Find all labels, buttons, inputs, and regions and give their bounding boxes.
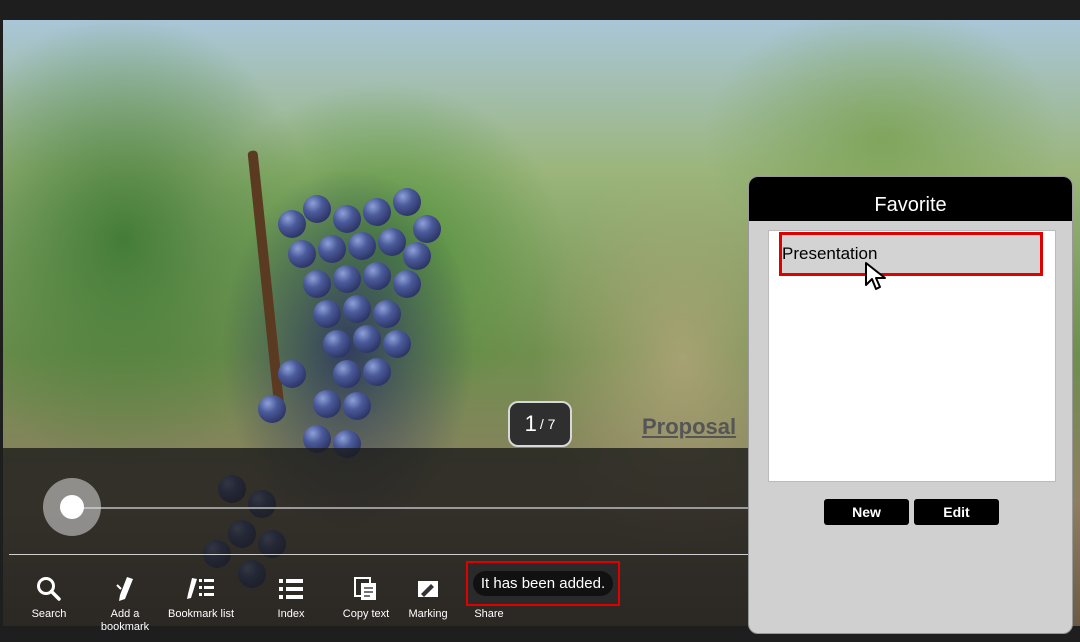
- page-total: / 7: [539, 416, 556, 432]
- search-icon: [9, 574, 89, 604]
- grape: [383, 330, 411, 358]
- grape: [413, 215, 441, 243]
- grape: [363, 262, 391, 290]
- grape: [313, 390, 341, 418]
- share-label: Share: [474, 608, 504, 620]
- grape: [278, 360, 306, 388]
- grape: [363, 358, 391, 386]
- grape: [333, 205, 361, 233]
- favorite-item-presentation[interactable]: Presentation: [779, 232, 1043, 276]
- page-slider-thumb[interactable]: [43, 478, 101, 536]
- index-label: Index: [277, 608, 305, 620]
- toolbar-divider: [9, 554, 751, 555]
- grape: [373, 300, 401, 328]
- grape: [353, 325, 381, 353]
- grape: [363, 198, 391, 226]
- grape: [343, 392, 371, 420]
- grape: [323, 330, 351, 358]
- slide-title: Proposal: [642, 414, 737, 439]
- grape: [348, 232, 376, 260]
- add-bookmark-button[interactable]: Add a bookmark: [85, 574, 165, 634]
- search-button[interactable]: Search: [9, 574, 89, 621]
- grape: [303, 195, 331, 223]
- grape: [258, 395, 286, 423]
- grape: [303, 270, 331, 298]
- index-icon: [251, 574, 331, 604]
- grape: [343, 295, 371, 323]
- added-toast: It has been added.: [466, 561, 620, 606]
- bookmark-list-button[interactable]: Bookmark list: [161, 574, 241, 621]
- grape: [333, 265, 361, 293]
- toast-message: It has been added.: [472, 571, 614, 596]
- bottom-toolbar-panel: Search Add a bookmark Bookmark list Inde…: [3, 448, 753, 633]
- index-button[interactable]: Index: [251, 574, 331, 621]
- add-bookmark-label: Add a bookmark: [100, 608, 150, 633]
- grape: [288, 240, 316, 268]
- grape: [313, 300, 341, 328]
- page-current: 1: [524, 411, 537, 436]
- bookmark-add-icon: [85, 574, 165, 604]
- bookmark-list-label: Bookmark list: [167, 608, 235, 620]
- edit-button[interactable]: Edit: [914, 499, 999, 525]
- grape: [393, 188, 421, 216]
- grape: [403, 242, 431, 270]
- grape: [333, 360, 361, 388]
- grape: [318, 235, 346, 263]
- favorite-panel: Favorite Presentation New Edit: [748, 176, 1073, 634]
- search-label: Search: [31, 608, 67, 620]
- grape: [378, 228, 406, 256]
- new-button[interactable]: New: [824, 499, 909, 525]
- grape: [393, 270, 421, 298]
- mouse-cursor-icon: [864, 261, 888, 296]
- grape: [278, 210, 306, 238]
- favorite-title: Favorite: [749, 177, 1072, 221]
- favorite-list[interactable]: Presentation: [768, 230, 1056, 482]
- bookmark-list-icon: [161, 574, 241, 604]
- page-slider-track[interactable]: [73, 507, 753, 509]
- page-indicator: 1 / 7: [508, 401, 572, 447]
